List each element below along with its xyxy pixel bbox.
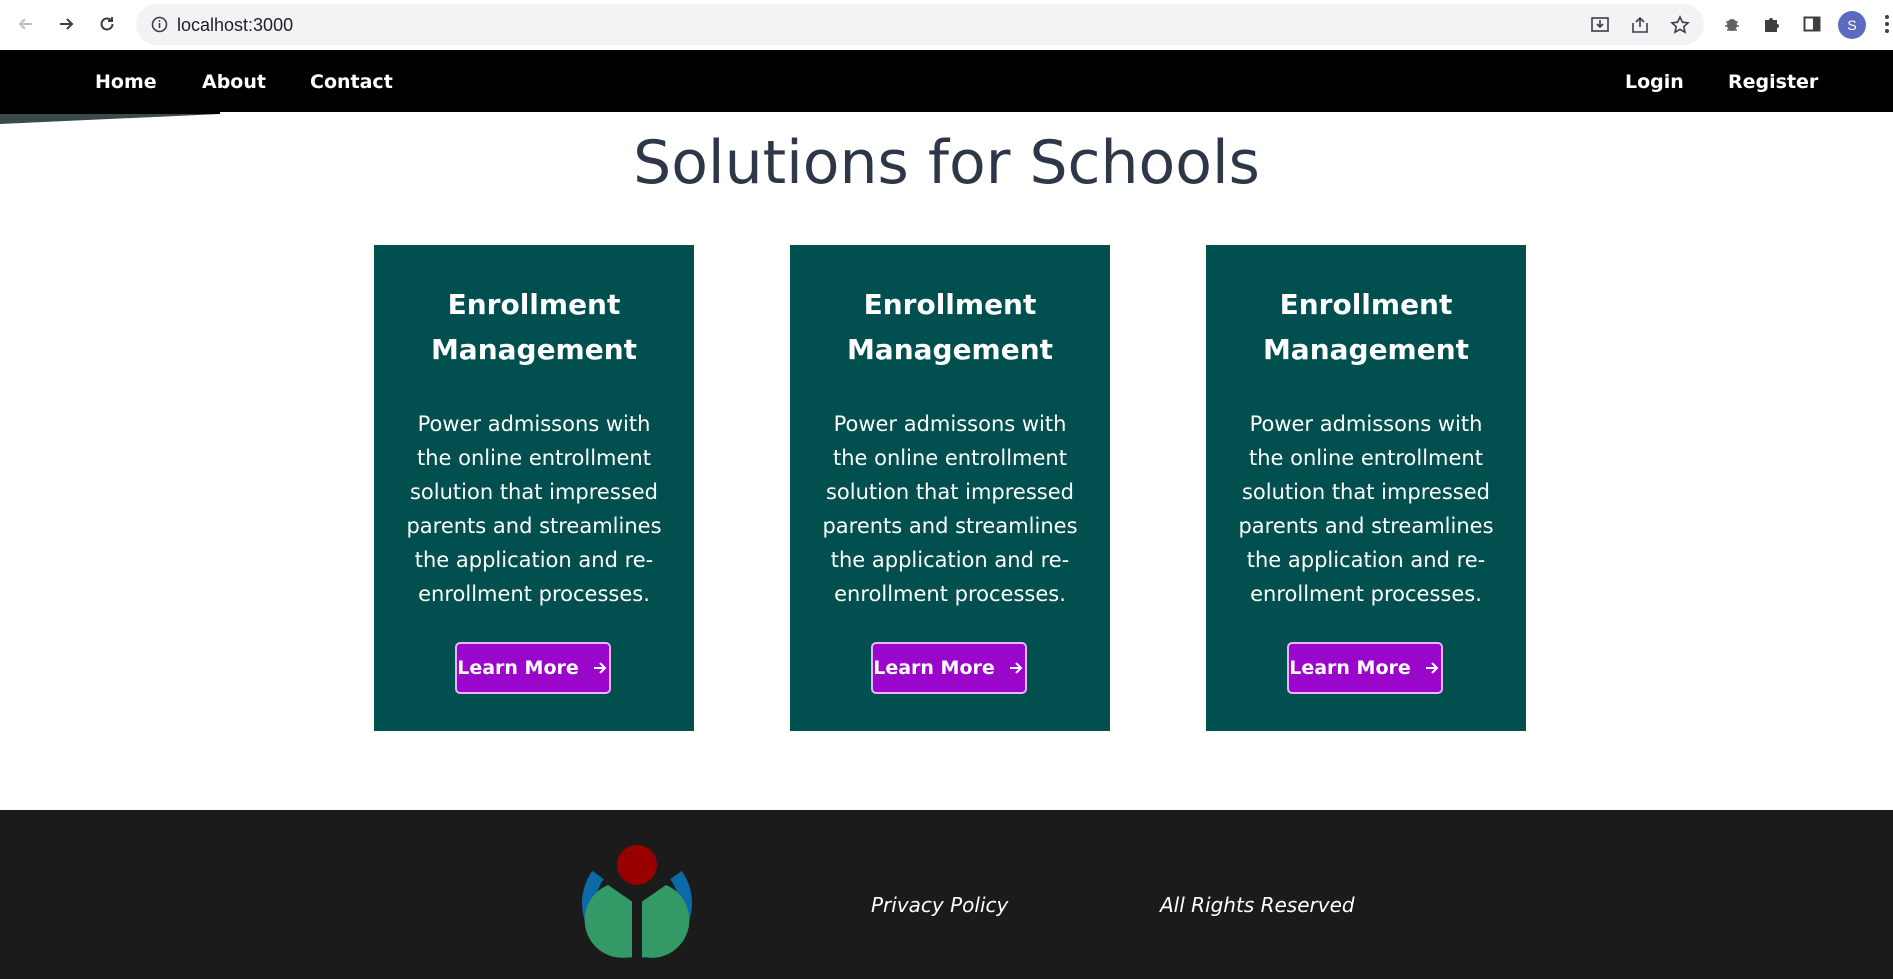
card-title: Enrollment Management — [1206, 282, 1526, 372]
card-title-line2: Management — [846, 333, 1054, 366]
learn-more-button[interactable]: Learn More — [871, 642, 1027, 694]
card-title-line1: Enrollment — [863, 288, 1037, 321]
card-title: Enrollment Management — [790, 282, 1110, 372]
nav-register[interactable]: Register — [1728, 71, 1818, 93]
card-title: Enrollment Management — [374, 282, 694, 372]
card-title-line1: Enrollment — [447, 288, 621, 321]
learn-more-label: Learn More — [873, 657, 995, 679]
nav-contact[interactable]: Contact — [310, 71, 393, 93]
card-title-line2: Management — [1262, 333, 1470, 366]
side-panel-icon[interactable] — [1800, 12, 1824, 36]
card-title-line1: Enrollment — [1279, 288, 1453, 321]
solution-card: Enrollment Management Power admissons wi… — [374, 245, 694, 731]
card-description: Power admissons with the online entrollm… — [406, 412, 662, 606]
install-icon[interactable] — [1589, 14, 1611, 36]
forward-arrow-icon[interactable] — [52, 10, 80, 38]
card-description: Power admissons with the online entrollm… — [822, 412, 1078, 606]
site-navbar: Home About Contact Login Register — [0, 50, 1893, 112]
kebab-menu-icon[interactable] — [1884, 14, 1890, 34]
browser-toolbar: localhost:3000 S — [0, 0, 1893, 50]
solution-card: Enrollment Management Power admissons wi… — [1206, 245, 1526, 731]
learn-more-label: Learn More — [1289, 657, 1411, 679]
info-icon[interactable] — [150, 15, 169, 34]
solution-card: Enrollment Management Power admissons wi… — [790, 245, 1110, 731]
bug-extension-icon[interactable] — [1720, 12, 1744, 36]
puzzle-extension-icon[interactable] — [1760, 12, 1784, 36]
nav-login[interactable]: Login — [1625, 71, 1684, 93]
privacy-policy-link[interactable]: Privacy Policy — [871, 893, 1008, 917]
page-title: Solutions for Schools — [633, 128, 1260, 198]
url-text[interactable]: localhost:3000 — [177, 15, 293, 36]
arrow-right-icon — [593, 662, 607, 674]
learn-more-button[interactable]: Learn More — [455, 642, 611, 694]
share-icon[interactable] — [1629, 14, 1651, 36]
learn-more-label: Learn More — [457, 657, 579, 679]
card-description: Power admissons with the online entrollm… — [1238, 412, 1494, 606]
back-arrow-icon[interactable] — [12, 10, 40, 38]
arrow-right-icon — [1425, 662, 1439, 674]
learn-more-button[interactable]: Learn More — [1287, 642, 1443, 694]
arrow-right-icon — [1009, 662, 1023, 674]
rights-text: All Rights Reserved — [1160, 893, 1355, 917]
nav-home[interactable]: Home — [95, 71, 157, 93]
reload-icon[interactable] — [93, 10, 121, 38]
wikimedia-logo — [582, 845, 692, 960]
nav-about[interactable]: About — [202, 71, 266, 93]
star-icon[interactable] — [1669, 14, 1691, 36]
address-bar[interactable]: localhost:3000 — [136, 4, 1704, 45]
decorative-wedge — [0, 112, 220, 124]
card-title-line2: Management — [430, 333, 638, 366]
avatar[interactable]: S — [1838, 11, 1866, 39]
